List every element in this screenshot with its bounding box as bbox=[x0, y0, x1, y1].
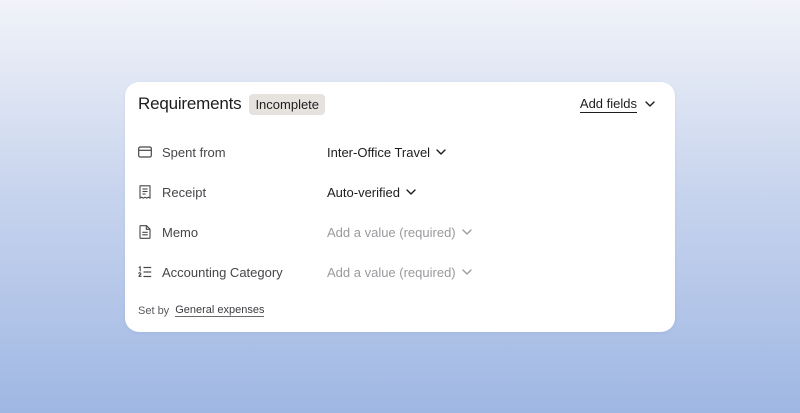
accounting-category-dropdown[interactable]: Add a value (required) bbox=[327, 265, 472, 280]
chevron-down-icon bbox=[406, 189, 416, 195]
card-title: Requirements bbox=[138, 94, 242, 113]
field-row-receipt: Receipt Auto-verified bbox=[138, 180, 655, 204]
receipt-dropdown[interactable]: Auto-verified bbox=[327, 185, 416, 200]
status-badge: Incomplete bbox=[249, 93, 326, 115]
set-by-prefix: Set by bbox=[138, 304, 170, 317]
general-expenses-link[interactable]: General expenses bbox=[175, 304, 265, 317]
field-value: Auto-verified bbox=[327, 184, 400, 200]
set-by-footer: Set by General expenses bbox=[138, 304, 265, 317]
card-icon bbox=[138, 145, 152, 159]
field-label: Receipt bbox=[162, 184, 207, 200]
card-header: Requirements Incomplete Add fields bbox=[138, 92, 655, 116]
field-label: Spent from bbox=[162, 144, 226, 160]
field-row-memo: Memo Add a value (required) bbox=[138, 220, 655, 244]
field-row-accounting-category: Accounting Category Add a value (require… bbox=[138, 260, 655, 284]
add-fields-label: Add fields bbox=[579, 95, 637, 113]
field-placeholder: Add a value (required) bbox=[327, 224, 456, 240]
chevron-down-icon bbox=[436, 149, 446, 155]
spent-from-dropdown[interactable]: Inter-Office Travel bbox=[327, 145, 446, 160]
memo-input[interactable]: Add a value (required) bbox=[327, 225, 472, 240]
chevron-down-icon bbox=[461, 269, 472, 275]
document-icon bbox=[138, 225, 152, 239]
field-row-spent-from: Spent from Inter-Office Travel bbox=[138, 140, 655, 164]
field-label: Accounting Category bbox=[162, 264, 283, 280]
chevron-down-icon bbox=[461, 229, 472, 235]
field-label: Memo bbox=[162, 224, 199, 240]
add-fields-button[interactable]: Add fields bbox=[579, 95, 655, 113]
receipt-icon bbox=[138, 185, 152, 199]
field-placeholder: Add a value (required) bbox=[327, 264, 456, 280]
numbered-list-icon bbox=[138, 265, 152, 279]
field-value: Inter-Office Travel bbox=[327, 144, 431, 160]
chevron-down-icon bbox=[645, 101, 655, 107]
requirements-card: Requirements Incomplete Add fields Spent… bbox=[125, 82, 675, 332]
